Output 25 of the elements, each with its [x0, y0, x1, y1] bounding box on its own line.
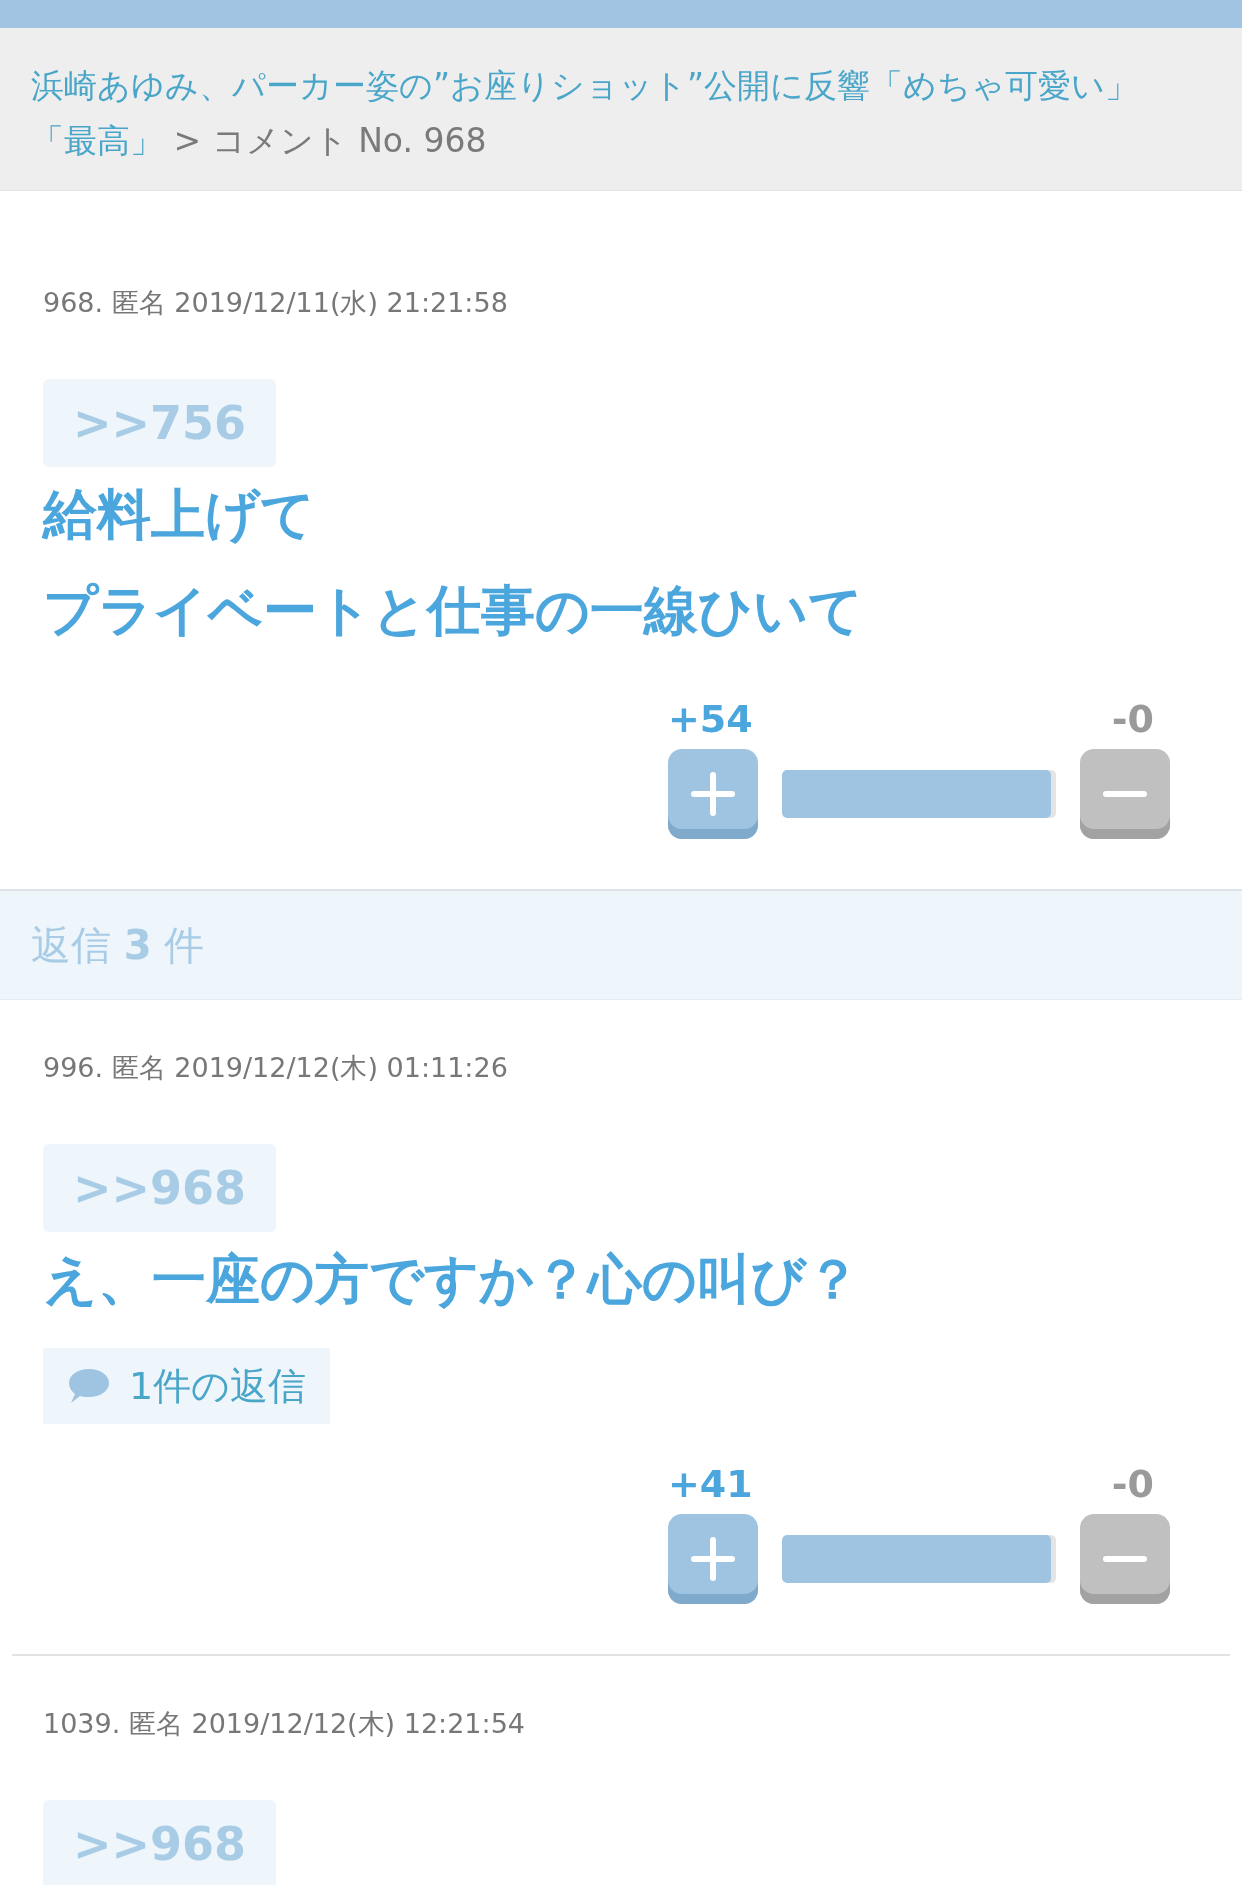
comment-meta: 996. 匿名 2019/12/12(木) 01:11:26: [43, 1051, 509, 1084]
comment-text: プライベートと仕事の一線ひいて: [43, 578, 864, 644]
plus-icon: [691, 1537, 735, 1581]
comment-meta: 1039. 匿名 2019/12/12(木) 12:21:54: [43, 1707, 526, 1740]
reply-anchor-link[interactable]: >>756: [43, 379, 277, 467]
reply-anchor-link[interactable]: >>968: [43, 1800, 277, 1885]
minus-icon: [1103, 1555, 1147, 1563]
reply-anchor-link[interactable]: >>968: [43, 1144, 277, 1232]
plus-button[interactable]: [668, 749, 758, 839]
comment-meta: 968. 匿名 2019/12/11(水) 21:21:58: [43, 286, 509, 319]
plus-button[interactable]: [668, 1514, 758, 1604]
plus-count: +41: [668, 1462, 753, 1506]
comment-text: え、一座の方ですか？心の叫び？: [43, 1247, 861, 1313]
replies-header: 返信 3 件: [0, 891, 1242, 1000]
minus-icon: [1103, 790, 1147, 798]
replies-link[interactable]: 1件の返信: [43, 1348, 331, 1424]
minus-button[interactable]: [1080, 1514, 1170, 1604]
speech-bubble-icon: [67, 1367, 111, 1405]
comment-text: 給料上げて: [43, 482, 316, 548]
minus-count: -0: [1111, 1462, 1155, 1506]
minus-button[interactable]: [1080, 749, 1170, 839]
breadcrumb[interactable]: 浜崎あゆみ、パーカー姿の”お座りショット”公開に反響「めちゃ可愛い」「最高」 > コメント No. 968: [0, 28, 1242, 191]
plus-count: +54: [668, 697, 753, 741]
minus-count: -0: [1111, 697, 1155, 741]
plus-icon: [691, 772, 735, 816]
